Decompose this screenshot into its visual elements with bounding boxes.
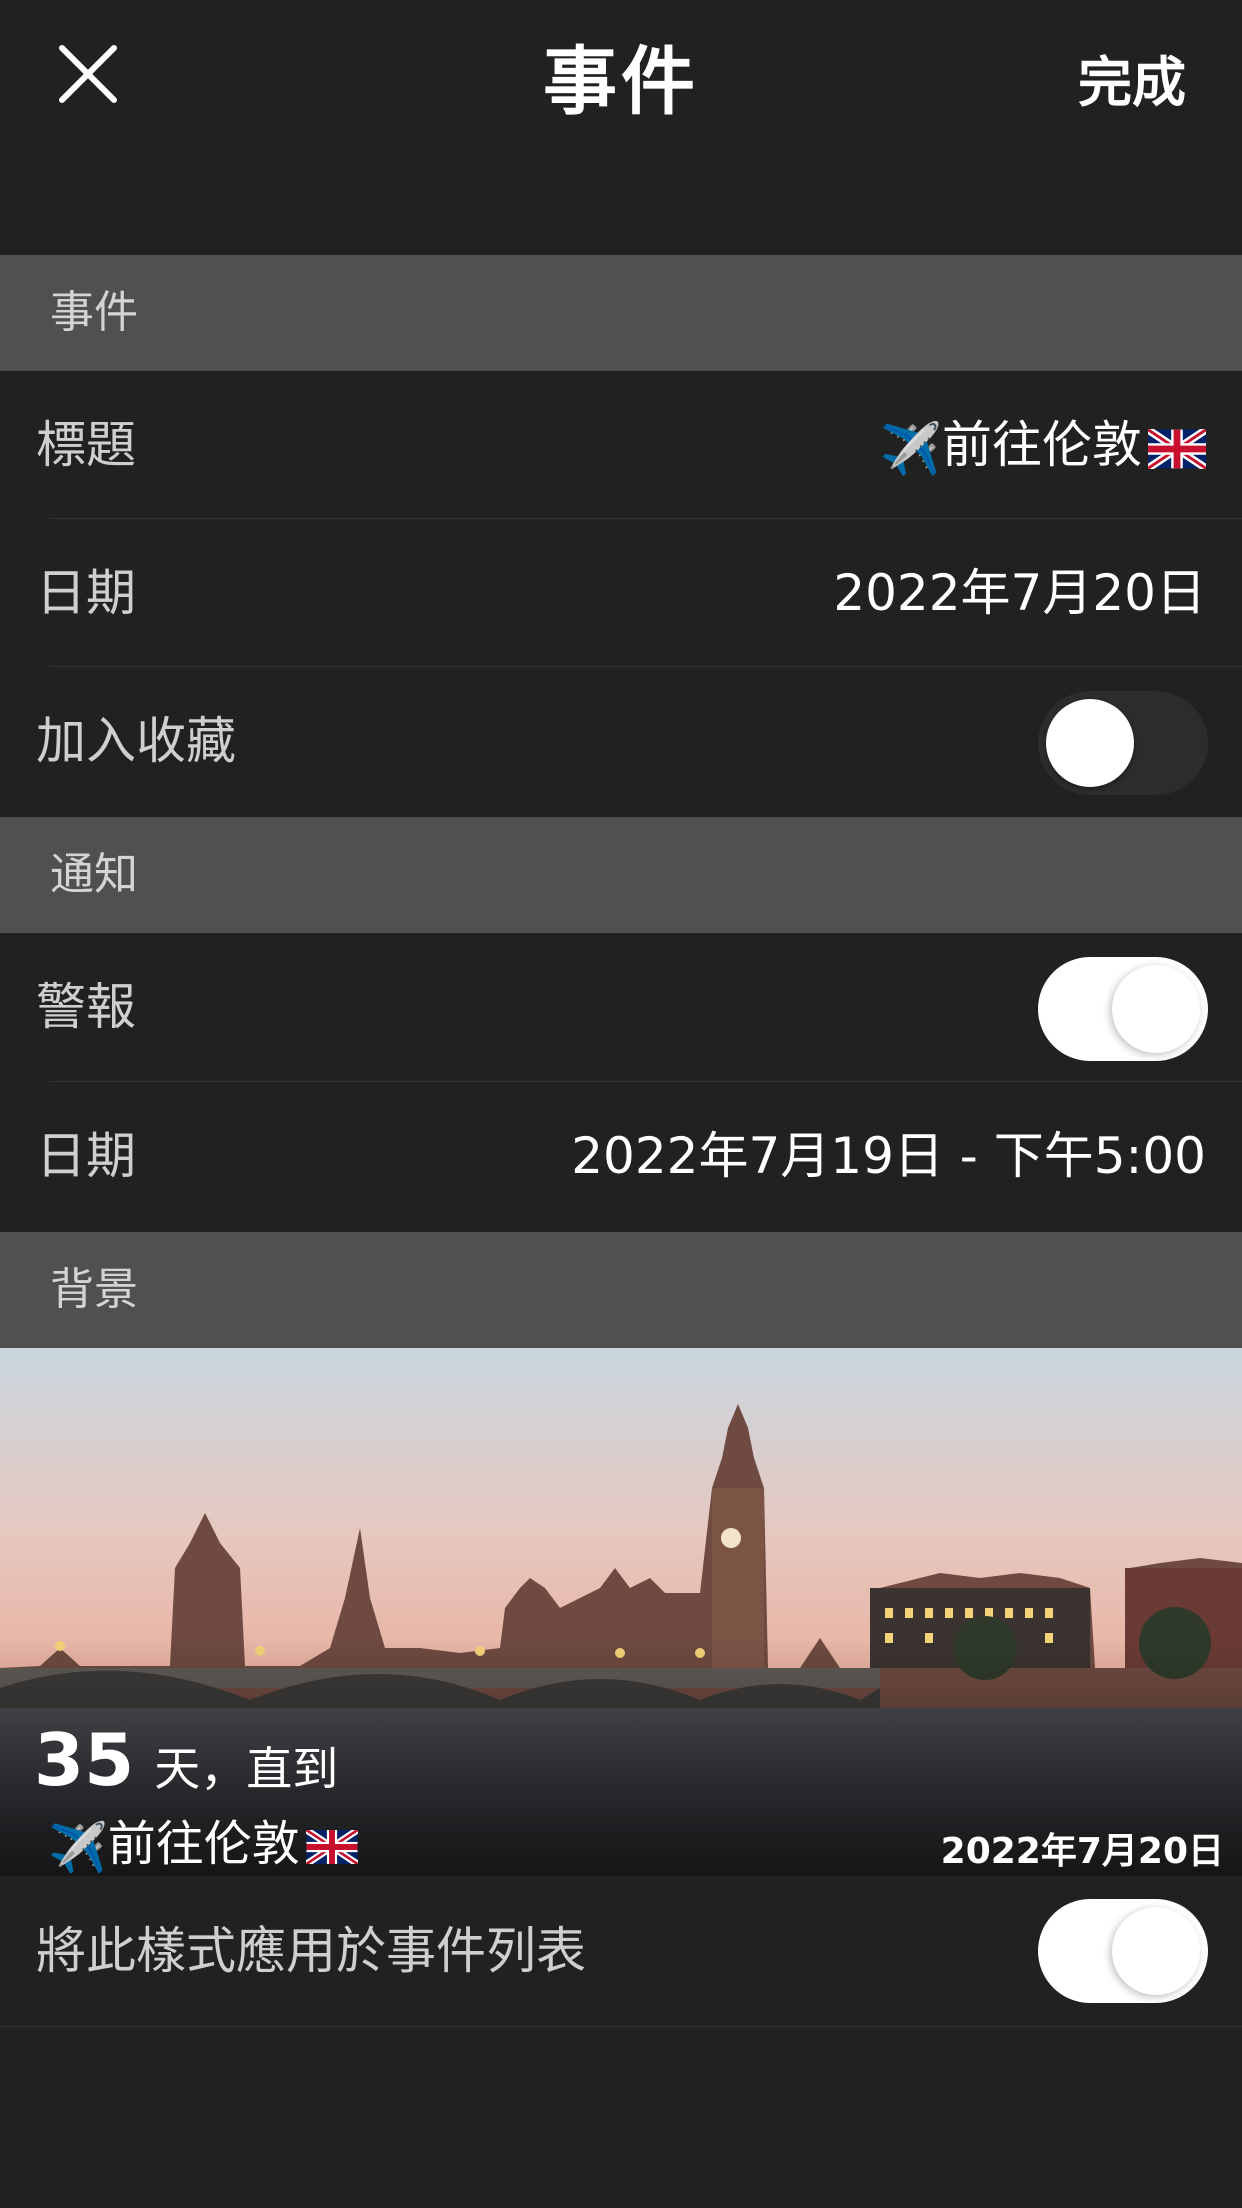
countdown-line: 35 天，直到 [34, 1718, 338, 1802]
section-header-event: 事件 [0, 255, 1242, 371]
alert-date-value: 2022年7月19日 - 下午5:00 [571, 1127, 1206, 1185]
airplane-icon: ✈️ [879, 419, 942, 478]
date-label: 日期 [36, 564, 136, 622]
alert-row: 警報 [0, 933, 1242, 1081]
title-label: 標題 [36, 416, 136, 474]
alert-date-row[interactable]: 日期 2022年7月19日 - 下午5:00 [0, 1082, 1242, 1230]
done-button[interactable]: 完成 [1078, 38, 1186, 117]
days-text: 天，直到 [154, 1742, 339, 1796]
favorite-toggle[interactable] [1038, 691, 1208, 795]
date-row[interactable]: 日期 2022年7月20日 [0, 519, 1242, 667]
divider [0, 2026, 1242, 2027]
apply-style-toggle[interactable] [1038, 1899, 1208, 2003]
toggle-knob [1112, 1907, 1200, 1995]
apply-style-label: 將此樣式應用於事件列表 [36, 1922, 586, 1980]
date-value: 2022年7月20日 [833, 564, 1206, 622]
alert-date-label: 日期 [36, 1127, 136, 1185]
preview-event-date: 2022年7月20日 [940, 1831, 1224, 1872]
days-count: 35 [34, 1718, 135, 1802]
title-value: ✈️前往伦敦 [880, 371, 1206, 523]
toggle-knob [1112, 965, 1200, 1053]
uk-flag-icon [1148, 428, 1206, 469]
alert-label: 警報 [36, 978, 136, 1036]
uk-flag-icon [305, 1830, 358, 1864]
section-header-background: 背景 [0, 1232, 1242, 1348]
section-header-notification: 通知 [0, 817, 1242, 933]
preview-event-title: ✈️前往伦敦 [48, 1804, 358, 1876]
title-row[interactable]: 標題 ✈️前往伦敦 [0, 371, 1242, 519]
page-title: 事件 [543, 39, 699, 125]
navigation-bar: 事件 完成 [0, 0, 1242, 255]
apply-style-row: 將此樣式應用於事件列表 [0, 1876, 1242, 2026]
alert-toggle[interactable] [1038, 957, 1208, 1061]
favorite-label: 加入收藏 [36, 712, 236, 770]
airplane-icon: ✈️ [48, 1819, 108, 1876]
toggle-knob [1046, 699, 1134, 787]
title-text: 前往伦敦 [942, 416, 1142, 474]
favorite-row: 加入收藏 [0, 667, 1242, 815]
preview-title-text: 前往伦敦 [107, 1816, 300, 1872]
